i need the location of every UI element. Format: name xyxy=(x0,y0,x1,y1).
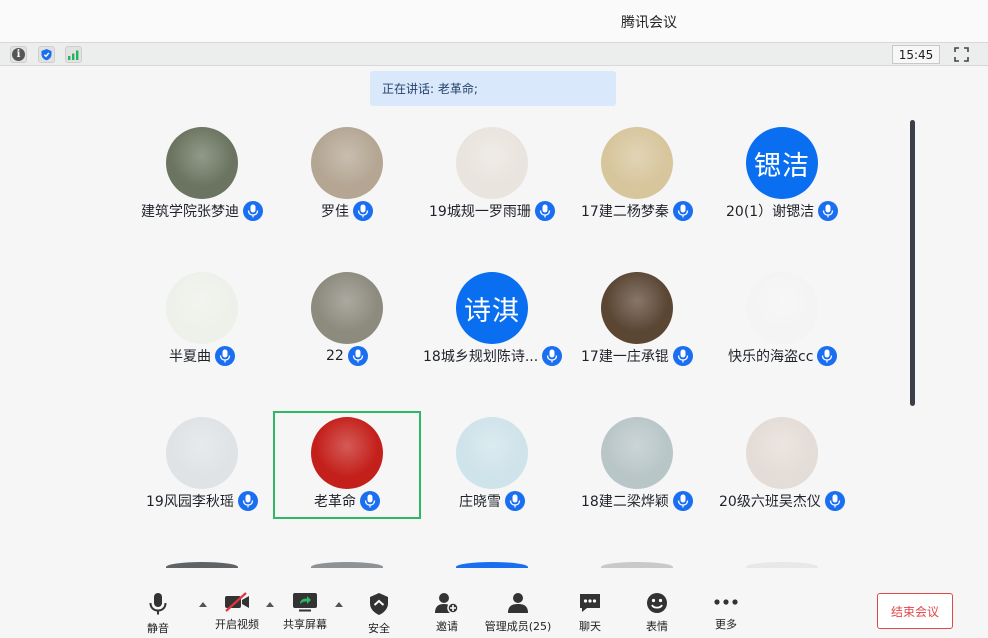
more-dots-icon xyxy=(713,592,739,612)
participant-name-row: 20(1）谢锶洁 xyxy=(726,201,839,221)
participant-name-row: 建筑学院张梦迪 xyxy=(141,201,263,221)
microphone-icon xyxy=(145,592,171,616)
microphone-icon xyxy=(353,201,373,221)
participant-name: 19风园李秋瑶 xyxy=(146,494,234,510)
meeting-clock: 15:45 xyxy=(892,45,940,64)
microphone-icon xyxy=(824,491,845,511)
reactions-button[interactable]: 表情 xyxy=(622,592,692,633)
chat-button[interactable]: 聊天 xyxy=(555,592,625,633)
participant-name: 18城乡规划陈诗... xyxy=(423,349,539,365)
microphone-icon xyxy=(347,346,368,366)
participant-avatar[interactable] xyxy=(746,272,818,344)
participant-name-row: 快乐的海盗cc xyxy=(728,346,838,366)
participant-name-row: 19风园李秋瑶 xyxy=(146,491,258,511)
grid-scrollbar[interactable] xyxy=(910,120,915,406)
participant-avatar[interactable] xyxy=(456,127,528,199)
share-options-caret[interactable] xyxy=(335,602,343,607)
share-screen-icon xyxy=(292,592,318,612)
microphone-icon xyxy=(818,201,839,221)
manage-members-button[interactable]: 管理成员(25) xyxy=(483,592,553,633)
participant-avatar[interactable] xyxy=(311,127,383,199)
participant-avatar[interactable] xyxy=(601,417,673,489)
participant-name: 快乐的海盗cc xyxy=(728,349,814,365)
chat-icon xyxy=(577,592,603,614)
participant-avatar[interactable] xyxy=(311,417,383,489)
window-title: 腾讯会议 xyxy=(621,15,677,31)
participant-name-row: 19城规一罗雨珊 xyxy=(429,201,555,221)
participant-name-row: 半夏曲 xyxy=(169,346,235,366)
shield-icon[interactable] xyxy=(38,46,55,63)
participant-name-row: 20级六班吴杰仪 xyxy=(719,491,845,511)
signal-strength-icon[interactable] xyxy=(65,46,82,63)
microphone-icon xyxy=(817,346,838,366)
more-button[interactable]: 更多 xyxy=(691,592,761,632)
participant-name-row: 17建一庄承锟 xyxy=(581,346,693,366)
participant-avatar[interactable]: 诗淇 xyxy=(456,272,528,344)
microphone-icon xyxy=(542,346,563,366)
participant-avatar[interactable] xyxy=(746,417,818,489)
participant-name: 18建二梁烨颖 xyxy=(581,494,669,510)
microphone-icon xyxy=(534,201,555,221)
participant-name: 庄晓雪 xyxy=(459,494,501,510)
mute-button[interactable]: 静音 xyxy=(123,592,193,635)
invite-button[interactable]: 邀请 xyxy=(412,592,482,633)
participant-name: 17建一庄承锟 xyxy=(581,349,669,365)
microphone-icon xyxy=(237,491,258,511)
participant-name-row: 庄晓雪 xyxy=(459,491,525,511)
microphone-icon xyxy=(672,201,693,221)
participant-name-row: 17建二杨梦秦 xyxy=(581,201,693,221)
participant-name-row: 罗佳 xyxy=(321,201,373,221)
add-user-icon xyxy=(434,592,460,614)
participant-avatar[interactable] xyxy=(166,272,238,344)
microphone-icon xyxy=(672,491,693,511)
security-button[interactable]: 安全 xyxy=(344,592,414,635)
meeting-controls: 静音 开启视频 共享屏幕 安全 邀请 管理成员(25) 聊天 表情 更多 xyxy=(0,568,988,638)
microphone-icon xyxy=(243,201,263,221)
video-off-icon xyxy=(224,592,250,612)
participant-avatar[interactable] xyxy=(456,417,528,489)
participant-name: 半夏曲 xyxy=(169,349,211,365)
participant-name: 20级六班吴杰仪 xyxy=(719,494,821,510)
active-speaker-banner: 正在讲话: 老革命; xyxy=(370,71,616,106)
participant-name: 建筑学院张梦迪 xyxy=(141,204,239,220)
participant-name-row: 老革命 xyxy=(314,491,380,511)
members-icon xyxy=(505,592,531,614)
meeting-info-bar: i 15:45 xyxy=(0,42,988,66)
participant-name: 22 xyxy=(326,348,344,364)
title-bar: 腾讯会议 xyxy=(0,0,988,42)
info-icon[interactable]: i xyxy=(10,46,27,63)
participant-name-row: 18城乡规划陈诗... xyxy=(423,346,563,366)
microphone-icon xyxy=(505,491,525,511)
start-video-button[interactable]: 开启视频 xyxy=(202,592,272,632)
participant-name: 17建二杨梦秦 xyxy=(581,204,669,220)
participant-name: 罗佳 xyxy=(321,204,349,220)
participant-avatar[interactable]: 锶洁 xyxy=(746,127,818,199)
participant-name-row: 22 xyxy=(326,346,368,366)
end-meeting-button[interactable]: 结束会议 xyxy=(877,593,953,629)
share-screen-button[interactable]: 共享屏幕 xyxy=(270,592,340,632)
security-shield-icon xyxy=(366,592,392,616)
participant-avatar[interactable] xyxy=(166,127,238,199)
participant-name: 20(1）谢锶洁 xyxy=(726,204,815,220)
participant-avatar[interactable] xyxy=(601,272,673,344)
microphone-icon xyxy=(360,491,380,511)
microphone-icon xyxy=(215,346,235,366)
smiley-icon xyxy=(644,592,670,614)
fullscreen-icon[interactable] xyxy=(953,46,970,63)
participant-avatar[interactable] xyxy=(311,272,383,344)
microphone-icon xyxy=(672,346,693,366)
participant-name: 19城规一罗雨珊 xyxy=(429,204,531,220)
participant-name: 老革命 xyxy=(314,494,356,510)
participant-avatar[interactable] xyxy=(166,417,238,489)
participant-avatar[interactable] xyxy=(601,127,673,199)
participant-name-row: 18建二梁烨颖 xyxy=(581,491,693,511)
